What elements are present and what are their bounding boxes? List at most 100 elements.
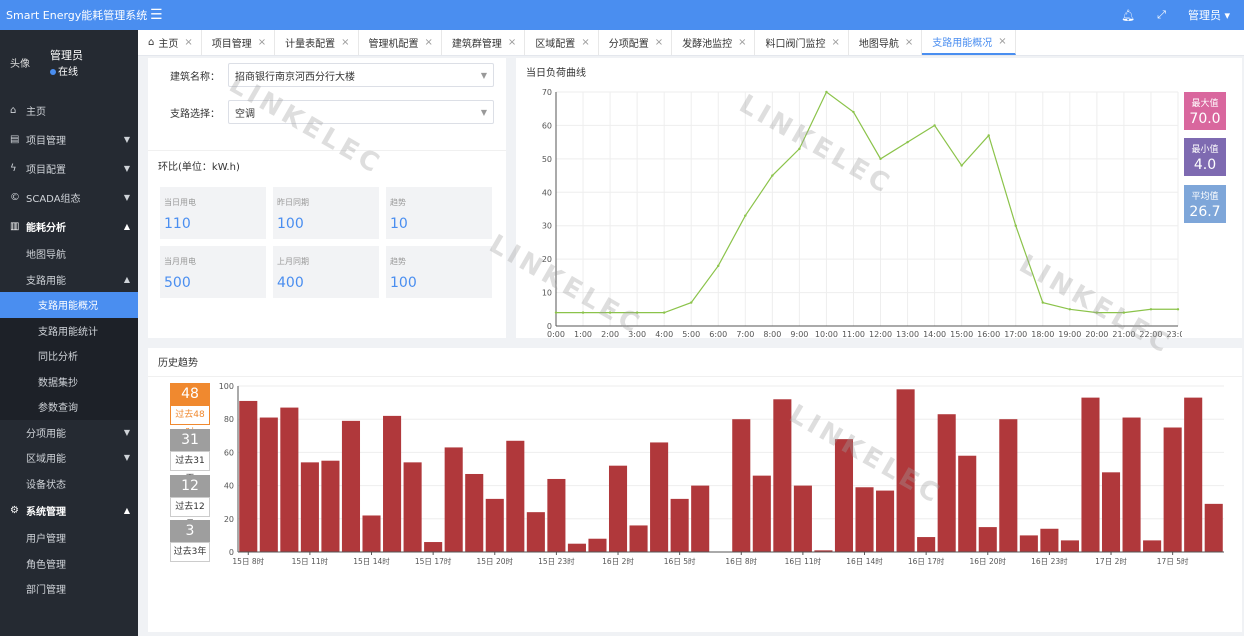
load-point: [1068, 308, 1072, 311]
history-bar: [732, 419, 751, 552]
y-tick-label: 0: [229, 548, 234, 557]
history-bar: [1081, 397, 1100, 552]
min-badge: 最小值 4.0: [1184, 138, 1226, 176]
close-icon[interactable]: ×: [831, 37, 839, 48]
load-point: [1176, 308, 1180, 311]
close-icon[interactable]: ×: [425, 37, 433, 48]
x-tick-label: 9:00: [790, 330, 808, 338]
sidebar-item-dept-mgmt[interactable]: 部门管理: [0, 576, 138, 602]
history-bar: [1060, 540, 1079, 552]
caret-down-icon: ▼: [480, 70, 487, 80]
bar-chart-icon: ▥: [10, 221, 20, 232]
sidebar-item-energy-analysis[interactable]: ▥ 能耗分析 ▲: [0, 212, 138, 241]
sidebar-item-branch-stats[interactable]: 支路用能统计: [0, 317, 138, 343]
menu-toggle-icon[interactable]: ☰: [150, 7, 163, 23]
sidebar-item-role-mgmt[interactable]: 角色管理: [0, 551, 138, 577]
sidebar-item-area-energy[interactable]: 区域用能 ▼: [0, 445, 138, 471]
history-bar: [1040, 528, 1059, 552]
close-icon[interactable]: ×: [655, 37, 663, 48]
history-bar: [650, 442, 669, 552]
close-icon[interactable]: ×: [184, 37, 192, 48]
tab-area-config[interactable]: 区域配置 ×: [525, 30, 599, 55]
x-tick-label: 17日 5时: [1157, 556, 1189, 566]
sidebar-item-data-copy[interactable]: 数据集抄: [0, 368, 138, 394]
history-bar: [526, 512, 545, 552]
load-point: [1095, 311, 1099, 314]
x-tick-label: 7:00: [736, 330, 754, 338]
history-bar: [1163, 427, 1182, 552]
x-tick-label: 16:00: [977, 330, 1000, 338]
tab-item-config[interactable]: 分项配置 ×: [599, 30, 673, 55]
close-icon[interactable]: ×: [581, 37, 589, 48]
sidebar-item-branch-energy[interactable]: 支路用能 ▲: [0, 267, 138, 293]
close-icon[interactable]: ×: [341, 37, 349, 48]
y-tick-label: 60: [224, 448, 234, 457]
caret-down-icon: ▼: [480, 107, 487, 117]
caret-down-icon: ▼: [123, 164, 130, 173]
x-tick-label: 16日 5时: [664, 556, 696, 566]
sidebar-item-param-query[interactable]: 参数查询: [0, 394, 138, 420]
x-tick-label: 18:00: [1031, 330, 1054, 338]
branch-label: 支路选择：: [170, 108, 220, 120]
branch-select[interactable]: 空调 ▼: [228, 100, 494, 124]
sidebar-item-map-nav[interactable]: 地图导航: [0, 241, 138, 267]
close-icon[interactable]: ×: [258, 37, 266, 48]
caret-down-icon: ▼: [123, 193, 130, 202]
stat-today: 当日用电 110: [160, 187, 266, 239]
sidebar-item-device-status[interactable]: 设备状态: [0, 471, 138, 497]
sidebar-item-project-config[interactable]: ϟ 项目配置 ▼: [0, 154, 138, 183]
sidebar-item-yoy-analysis[interactable]: 同比分析: [0, 343, 138, 369]
history-bar: [855, 487, 874, 552]
history-bar: [444, 447, 463, 552]
stat-last-month: 上月同期 400: [273, 246, 379, 298]
sidebar-item-scada[interactable]: © SCADA组态 ▼: [0, 183, 138, 212]
tab-map-nav[interactable]: 地图导航 ×: [849, 30, 923, 55]
caret-up-icon: ▲: [123, 274, 130, 284]
tab-meter-config[interactable]: 计量表配置 ×: [275, 30, 359, 55]
tab-branch-overview[interactable]: 支路用能概况 ×: [922, 30, 1016, 55]
history-bar: [978, 527, 997, 552]
online-dot-icon: [50, 68, 56, 75]
x-tick-label: 10:00: [815, 330, 838, 338]
home-icon: ⌂: [148, 37, 155, 48]
tab-building-group[interactable]: 建筑群管理 ×: [442, 30, 526, 55]
x-tick-label: 15日 23时: [538, 556, 575, 566]
tab-project-mgmt[interactable]: 项目管理 ×: [202, 30, 276, 55]
load-point: [608, 311, 612, 314]
user-menu[interactable]: 管理员 ▾: [1188, 7, 1230, 23]
sidebar-item-sys-mgmt[interactable]: ⚙ 系统管理 ▲: [0, 496, 138, 525]
tab-manager-config[interactable]: 管理机配置 ×: [359, 30, 442, 55]
sidebar-item-item-energy[interactable]: 分项用能 ▼: [0, 420, 138, 446]
sidebar-item-user-mgmt[interactable]: 用户管理: [0, 525, 138, 551]
load-point: [825, 90, 828, 94]
user-name: 管理员: [50, 48, 83, 62]
history-bar: [1143, 540, 1162, 552]
fullscreen-icon[interactable]: ⤢: [1157, 8, 1166, 22]
tab-ferment-monitor[interactable]: 发酵池监控 ×: [672, 30, 756, 55]
close-icon[interactable]: ×: [905, 37, 913, 48]
close-icon[interactable]: ×: [738, 37, 746, 48]
tab-valve-monitor[interactable]: 料口阀门监控 ×: [755, 30, 849, 55]
history-bar: [773, 399, 792, 552]
period-3y[interactable]: 3 过去3年: [170, 520, 210, 562]
sidebar-item-project-mgmt[interactable]: ▤ 项目管理 ▼: [0, 125, 138, 154]
x-tick-label: 16日 23时: [1031, 556, 1068, 566]
x-tick-label: 3:00: [628, 330, 646, 338]
avg-badge: 平均值 26.7: [1184, 185, 1226, 223]
building-select[interactable]: 招商银行南京河西分行大楼 ▼: [228, 63, 494, 87]
history-bar: [834, 439, 854, 552]
period-31d[interactable]: 31过去31天: [170, 429, 210, 484]
close-icon[interactable]: ×: [508, 37, 516, 48]
history-bar: [403, 462, 422, 552]
bell-icon[interactable]: 🔔︎: [1121, 9, 1135, 22]
period-48h[interactable]: 48过去48时: [170, 383, 210, 438]
sidebar-item-home[interactable]: ⌂ 主页: [0, 96, 138, 125]
period-12m[interactable]: 12过去12月: [170, 475, 210, 530]
history-bar: [300, 462, 319, 552]
tab-home[interactable]: ⌂ 主页 ×: [138, 30, 202, 55]
sidebar-item-branch-overview[interactable]: 支路用能概况: [0, 292, 138, 318]
load-point: [906, 140, 909, 144]
x-tick-label: 6:00: [709, 330, 727, 338]
x-tick-label: 22:00: [1139, 330, 1162, 338]
close-icon[interactable]: ×: [998, 36, 1006, 47]
